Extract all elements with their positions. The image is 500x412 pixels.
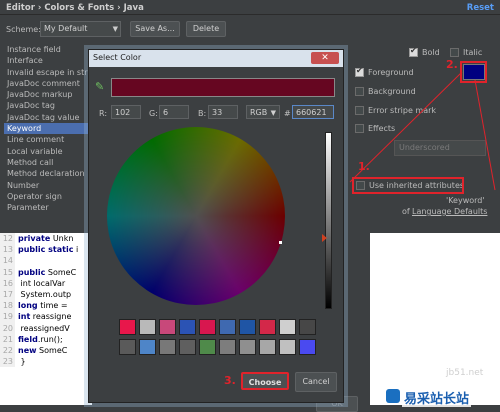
watermark-site: jb51.net	[446, 368, 484, 378]
annotation-line-1	[349, 71, 463, 183]
annotation-arrows	[349, 71, 496, 191]
annotation-line-2	[474, 79, 496, 191]
brand-logo-icon	[386, 389, 400, 403]
watermark-brand: 易采站长站	[402, 388, 472, 407]
